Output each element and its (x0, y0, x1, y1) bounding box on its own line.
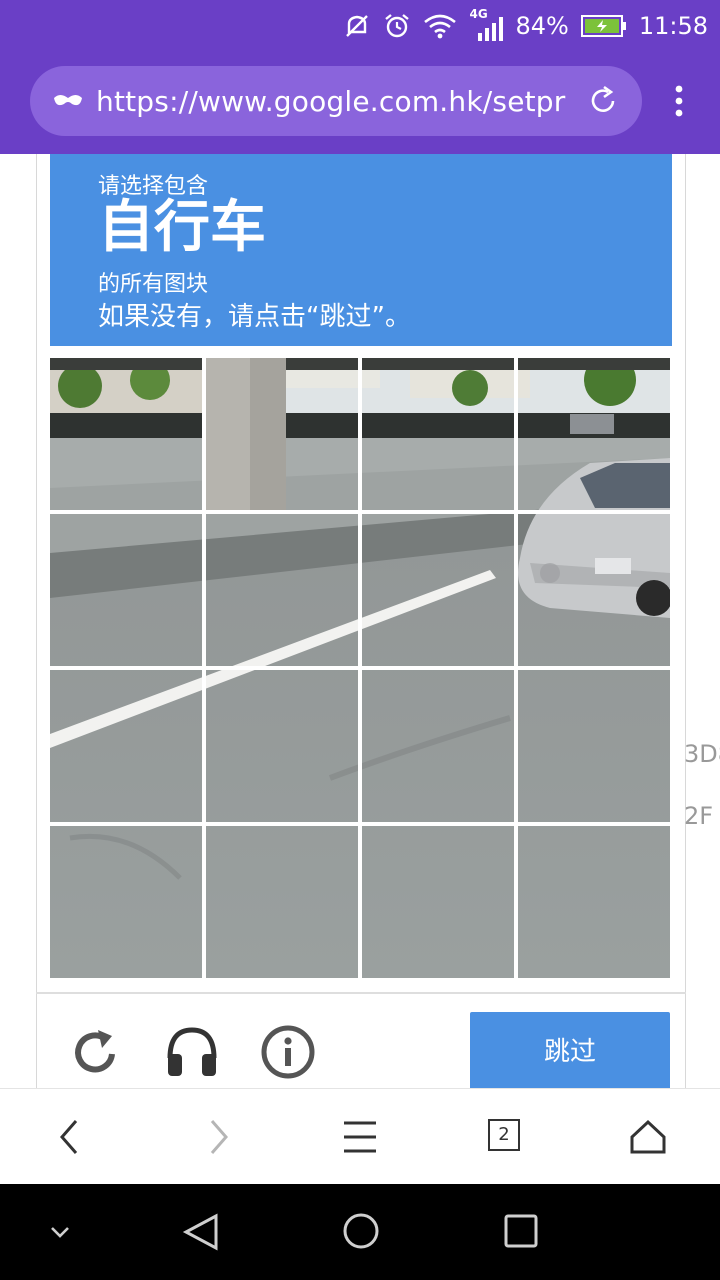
captcha-tile[interactable] (362, 670, 514, 822)
background-text: 2F (684, 802, 714, 830)
headphones-icon[interactable] (162, 1022, 222, 1082)
captcha-tile[interactable] (206, 670, 358, 822)
info-icon[interactable] (258, 1022, 318, 1082)
collapse-icon[interactable] (48, 1220, 72, 1244)
captcha-instructions: 请选择包含 自行车 的所有图块 如果没有，请点击“跳过”。 (50, 154, 672, 346)
status-icons: 4G 84% 11:58 (343, 7, 708, 44)
target-object: 自行车 (98, 195, 266, 260)
captcha-tile[interactable] (206, 358, 358, 510)
captcha-tile[interactable] (518, 358, 670, 510)
system-home-icon[interactable] (340, 1210, 382, 1252)
captcha-tile[interactable] (50, 514, 202, 666)
battery-percent: 84% (515, 12, 569, 40)
home-icon[interactable] (628, 1117, 668, 1157)
battery-icon (580, 15, 626, 37)
system-back-icon[interactable] (180, 1212, 222, 1252)
browser-top-bar: 4G 84% 11:58 https://www.google.com.hk/s… (0, 0, 720, 154)
tabs-icon[interactable]: 2 (488, 1119, 520, 1151)
captcha-tile[interactable] (206, 514, 358, 666)
background-text: 3D8 (684, 740, 720, 768)
mute-icon (346, 15, 369, 37)
captcha-image-grid (50, 358, 670, 978)
url-text[interactable]: https://www.google.com.hk/setpr (96, 85, 566, 118)
browser-bottom-nav: 2 (0, 1088, 720, 1184)
captcha-tile[interactable] (50, 670, 202, 822)
divider (36, 992, 686, 994)
captcha-tile[interactable] (50, 826, 202, 978)
system-nav-bar (0, 1184, 720, 1280)
wifi-icon (424, 14, 457, 39)
captcha-tile[interactable] (518, 670, 670, 822)
back-icon[interactable] (50, 1117, 90, 1157)
menu-lines-icon[interactable] (340, 1117, 380, 1157)
menu-icon[interactable] (668, 84, 690, 120)
captcha-tile[interactable] (362, 514, 514, 666)
instruction-line: 的所有图块 (98, 272, 209, 297)
captcha-tile[interactable] (518, 826, 670, 978)
captcha-tile[interactable] (362, 358, 514, 510)
signal-icon: 4G (469, 7, 504, 41)
captcha-tiles (50, 358, 670, 978)
recents-icon[interactable] (502, 1212, 540, 1250)
forward-icon[interactable] (198, 1117, 238, 1157)
captcha-tile[interactable] (362, 826, 514, 978)
alarm-icon (385, 14, 410, 38)
skip-button[interactable]: 跳过 (470, 1012, 670, 1088)
clock: 11:58 (638, 12, 708, 40)
instruction-line: 如果没有，请点击“跳过”。 (98, 302, 411, 332)
tile-gutter (50, 510, 670, 514)
tile-gutter (50, 822, 670, 826)
captcha-tile[interactable] (206, 826, 358, 978)
url-bar[interactable]: https://www.google.com.hk/setpr (30, 66, 642, 136)
captcha-tile[interactable] (50, 358, 202, 510)
captcha-tile[interactable] (518, 514, 670, 666)
status-bar: 4G 84% 11:58 (0, 0, 720, 52)
web-page: 3D8 2F 请选择包含 自行车 的所有图块 如果没有，请点击“跳过”。 (0, 154, 720, 1088)
tile-gutter (50, 666, 670, 670)
reload-icon[interactable] (588, 84, 618, 118)
refresh-icon[interactable] (66, 1022, 126, 1082)
incognito-icon (54, 95, 82, 106)
